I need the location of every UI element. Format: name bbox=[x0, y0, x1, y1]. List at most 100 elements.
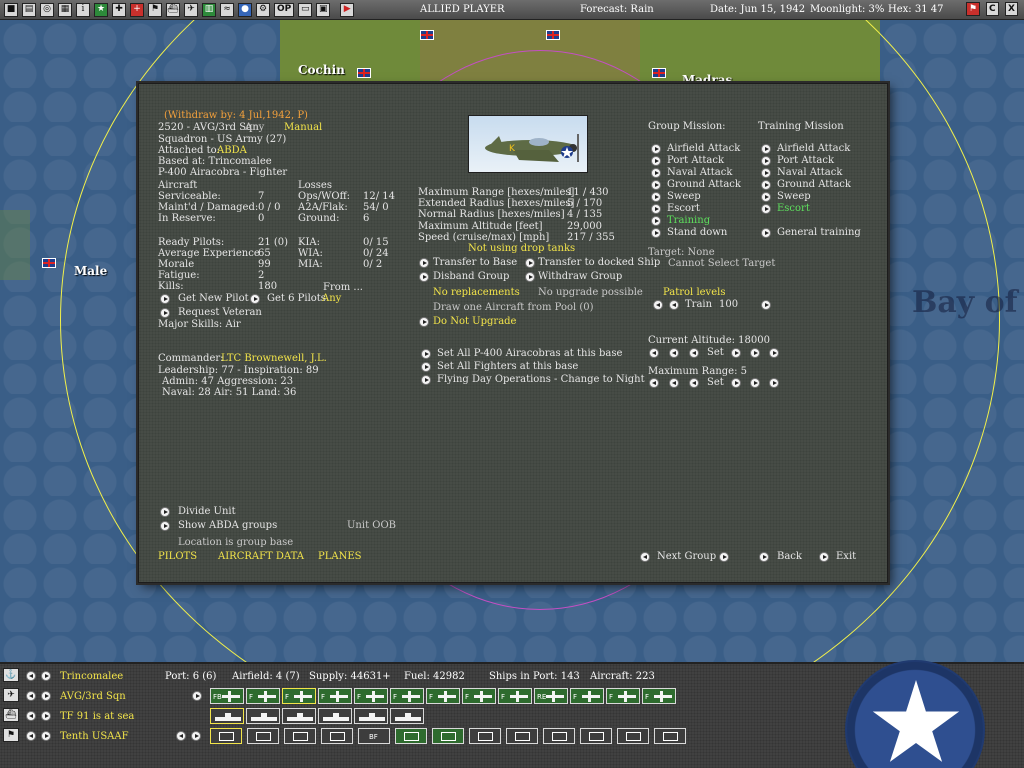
next-air-group-button[interactable] bbox=[41, 691, 51, 701]
draw-from-pool[interactable]: Draw one Aircraft from Pool (0) bbox=[433, 302, 594, 313]
altitude-inc-2[interactable] bbox=[750, 348, 760, 358]
mission-training-button[interactable] bbox=[651, 216, 661, 226]
ground-unit-chip[interactable] bbox=[247, 728, 279, 744]
disk-icon[interactable]: ▣ bbox=[316, 2, 331, 17]
task-force-name[interactable]: TF 91 is at sea bbox=[60, 711, 134, 722]
commander-name[interactable]: LTC Brownewell, J.L. bbox=[221, 353, 327, 364]
ground-unit-chip[interactable] bbox=[580, 728, 612, 744]
air-group-chip[interactable]: FB bbox=[210, 688, 244, 704]
back-button-icon[interactable] bbox=[759, 552, 769, 562]
screen-icon[interactable]: ▭ bbox=[298, 2, 313, 17]
transfer-ship-button[interactable] bbox=[525, 258, 535, 268]
training-ground-attack[interactable]: Ground Attack bbox=[777, 179, 851, 190]
training-airfield-attack[interactable]: Airfield Attack bbox=[777, 143, 850, 154]
do-not-upgrade-button[interactable] bbox=[419, 317, 429, 327]
set-all-p400-label[interactable]: Set All P-400 Airacobras at this base bbox=[437, 348, 622, 359]
aircraft-icon[interactable]: ✈ bbox=[3, 688, 19, 702]
next-tf-button[interactable] bbox=[41, 711, 51, 721]
request-veteran-button[interactable] bbox=[160, 308, 170, 318]
air-group-chip[interactable]: F bbox=[318, 688, 352, 704]
training-port-attack[interactable]: Port Attack bbox=[777, 155, 834, 166]
attached-value[interactable]: ABDA bbox=[217, 145, 247, 156]
tab-aircraft-data[interactable]: AIRCRAFT DATA bbox=[218, 551, 304, 562]
mission-port-attack-button[interactable] bbox=[651, 156, 661, 166]
train-decrease-more[interactable] bbox=[653, 300, 663, 310]
patrol-levels-link[interactable]: Patrol levels bbox=[663, 287, 725, 298]
training-naval-attack[interactable]: Naval Attack bbox=[777, 167, 842, 178]
training-ground-attack-button[interactable] bbox=[761, 180, 771, 190]
training-airfield-attack-button[interactable] bbox=[761, 144, 771, 154]
prev-group-button[interactable] bbox=[640, 552, 650, 562]
air-group-chip[interactable]: F bbox=[606, 688, 640, 704]
show-abda-label[interactable]: Show ABDA groups bbox=[178, 520, 277, 531]
air-group-chip[interactable]: F bbox=[642, 688, 676, 704]
air-group-chip[interactable]: F bbox=[426, 688, 460, 704]
altitude-set[interactable]: Set bbox=[707, 347, 724, 358]
get-6-pilots-button[interactable] bbox=[250, 294, 260, 304]
get-6-pilots-label[interactable]: Get 6 Pilots bbox=[267, 293, 326, 304]
file-icon[interactable]: ▤ bbox=[22, 2, 36, 17]
mission-stand-down-button[interactable] bbox=[651, 228, 661, 238]
training-sweep-button[interactable] bbox=[761, 192, 771, 202]
exit-button-icon[interactable] bbox=[819, 552, 829, 562]
training-escort-button[interactable] bbox=[761, 204, 771, 214]
cross-icon[interactable]: ✚ bbox=[112, 2, 126, 17]
range-inc-3[interactable] bbox=[769, 378, 779, 388]
request-veteran-label[interactable]: Request Veteran bbox=[178, 307, 262, 318]
exit-button[interactable]: Exit bbox=[836, 551, 856, 562]
air-group-name[interactable]: AVG/3rd Sqn bbox=[60, 691, 126, 702]
train-decrease[interactable] bbox=[669, 300, 679, 310]
hq-scroll-left[interactable] bbox=[176, 731, 186, 741]
mission-escort[interactable]: Escort bbox=[667, 203, 700, 214]
chart-icon[interactable]: ▥ bbox=[202, 2, 216, 17]
next-group-button[interactable] bbox=[719, 552, 729, 562]
disband-label[interactable]: Disband Group bbox=[433, 271, 509, 282]
train-increase[interactable] bbox=[761, 300, 771, 310]
prev-base-button[interactable] bbox=[26, 671, 36, 681]
ground-unit-chip-selected[interactable] bbox=[210, 728, 242, 744]
general-training[interactable]: General training bbox=[777, 227, 861, 238]
air-group-chip[interactable]: F bbox=[498, 688, 532, 704]
replacements-toggle[interactable]: No replacements bbox=[433, 287, 520, 298]
mission-airfield-attack-button[interactable] bbox=[651, 144, 661, 154]
ship-chip[interactable] bbox=[246, 708, 280, 724]
hq-scroll-right[interactable] bbox=[191, 731, 201, 741]
play-icon[interactable]: ▶ bbox=[340, 2, 355, 17]
flag-icon[interactable]: ⚑ bbox=[3, 728, 19, 742]
next-hq-button[interactable] bbox=[41, 731, 51, 741]
next-group-label[interactable]: Next Group bbox=[657, 551, 716, 562]
mission-sweep[interactable]: Sweep bbox=[667, 191, 701, 202]
transfer-base-button[interactable] bbox=[419, 258, 429, 268]
prev-hq-button[interactable] bbox=[26, 731, 36, 741]
back-button[interactable]: Back bbox=[777, 551, 802, 562]
get-new-pilot-button[interactable] bbox=[160, 294, 170, 304]
mission-stand-down[interactable]: Stand down bbox=[667, 227, 727, 238]
range-dec-1[interactable] bbox=[689, 378, 699, 388]
range-inc-1[interactable] bbox=[731, 378, 741, 388]
ground-unit-chip[interactable] bbox=[395, 728, 427, 744]
drop-tanks-toggle[interactable]: Not using drop tanks bbox=[468, 243, 575, 254]
globe-icon[interactable]: ◎ bbox=[40, 2, 54, 17]
info-icon[interactable]: i bbox=[76, 2, 90, 17]
ground-unit-chip[interactable] bbox=[284, 728, 316, 744]
ground-unit-chip[interactable] bbox=[617, 728, 649, 744]
flag-icon[interactable]: ⚑ bbox=[148, 2, 162, 17]
ship-chip[interactable] bbox=[390, 708, 424, 724]
range-inc-2[interactable] bbox=[750, 378, 760, 388]
withdraw-group-button[interactable] bbox=[525, 272, 535, 282]
air-group-chip[interactable]: F bbox=[462, 688, 496, 704]
earth-icon[interactable]: ● bbox=[238, 2, 252, 17]
flag-toggle-icon[interactable]: ⚑ bbox=[966, 2, 980, 16]
training-escort-selected[interactable]: Escort bbox=[777, 203, 810, 214]
altitude-dec-2[interactable] bbox=[669, 348, 679, 358]
set-all-p400-button[interactable] bbox=[421, 349, 431, 359]
disband-button[interactable] bbox=[419, 272, 429, 282]
air-group-chip[interactable]: F bbox=[390, 688, 424, 704]
altitude-inc-3[interactable] bbox=[769, 348, 779, 358]
prev-tf-button[interactable] bbox=[26, 711, 36, 721]
training-port-attack-button[interactable] bbox=[761, 156, 771, 166]
range-dec-2[interactable] bbox=[669, 378, 679, 388]
ground-unit-chip[interactable] bbox=[543, 728, 575, 744]
altitude-dec-1[interactable] bbox=[689, 348, 699, 358]
unit-oob-link[interactable]: Unit OOB bbox=[347, 520, 396, 531]
